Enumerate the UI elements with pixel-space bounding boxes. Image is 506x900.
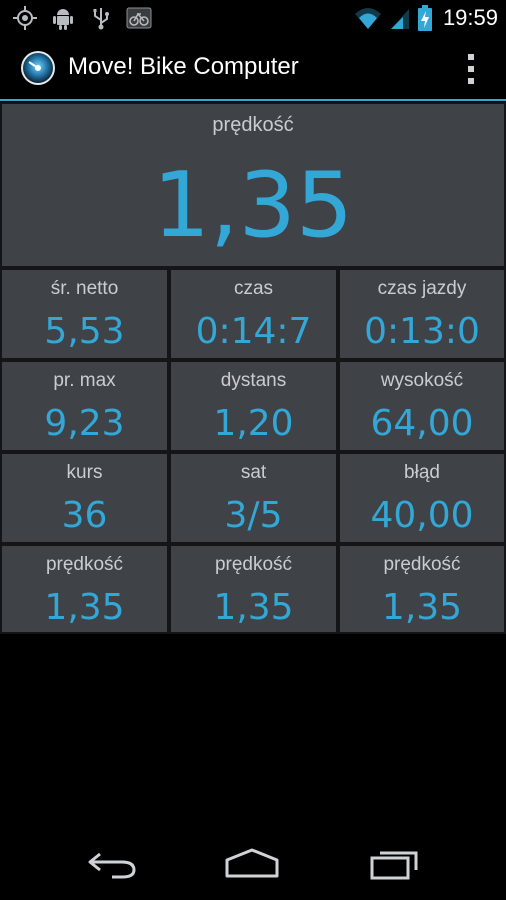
app-title: Move! Bike Computer (68, 53, 299, 80)
system-icons: 19:59 (353, 3, 498, 33)
status-bar: 19:59 (0, 0, 506, 36)
clock: 19:59 (442, 5, 498, 30)
overflow-dot (468, 78, 474, 84)
tile-value: 40,00 (370, 495, 474, 536)
signal-icon (390, 9, 409, 29)
tile-label: pr. max (53, 370, 116, 391)
action-bar: Move! Bike Computer (0, 36, 506, 100)
main-speed-tile[interactable]: prędkość 1,35 (0, 102, 506, 268)
android-debug-icon (53, 9, 73, 30)
recent-apps-icon[interactable] (364, 846, 424, 882)
tile-speed-2[interactable]: prędkość 1,35 (169, 544, 338, 634)
tile-value: 64,00 (370, 403, 474, 444)
tile-course[interactable]: kurs 36 (0, 452, 169, 544)
tile-label: błąd (404, 462, 440, 483)
tile-label: wysokość (380, 370, 464, 391)
speedometer-logo-icon[interactable] (20, 50, 56, 86)
tile-label: dystans (220, 370, 287, 391)
tile-riding-time[interactable]: czas jazdy 0:13:0 (338, 268, 506, 360)
tile-time[interactable]: czas 0:14:7 (169, 268, 338, 360)
tile-value: 1,35 (44, 587, 125, 628)
tile-label: prędkość (214, 554, 293, 575)
tile-distance[interactable]: dystans 1,20 (169, 360, 338, 452)
tile-label: czas (233, 278, 274, 299)
tile-value: 1,35 (152, 153, 354, 258)
bike-notification-icon (126, 7, 152, 29)
tile-value: 36 (61, 495, 108, 536)
tile-value: 9,23 (44, 403, 125, 444)
overflow-dot (468, 54, 474, 60)
usb-icon (93, 8, 109, 30)
gps-icon (13, 6, 37, 30)
tile-value: 0:13:0 (364, 311, 480, 352)
tile-altitude[interactable]: wysokość 64,00 (338, 360, 506, 452)
tile-label: prędkość (383, 554, 461, 575)
overflow-menu-icon[interactable] (466, 54, 476, 84)
home-icon[interactable] (222, 846, 282, 882)
tile-label: kurs (66, 462, 103, 483)
tile-value: 0:14:7 (195, 311, 312, 352)
tile-value: 3/5 (224, 495, 283, 536)
action-bar-divider (0, 99, 506, 101)
overflow-dot (468, 66, 474, 72)
tile-value: 1,20 (213, 403, 294, 444)
tile-label: sat (240, 462, 267, 483)
tile-avg-net[interactable]: śr. netto 5,53 (0, 268, 169, 360)
battery-charging-icon (417, 5, 432, 31)
tile-satellites[interactable]: sat 3/5 (169, 452, 338, 544)
tile-label: czas jazdy (377, 278, 467, 299)
tile-label: prędkość (212, 114, 294, 136)
tile-error[interactable]: błąd 40,00 (338, 452, 506, 544)
notification-icons (12, 5, 152, 31)
back-icon[interactable] (82, 846, 142, 882)
navigation-bar (0, 828, 506, 900)
tile-speed-3[interactable]: prędkość 1,35 (338, 544, 506, 634)
tile-value: 1,35 (381, 587, 463, 628)
tile-speed-1[interactable]: prędkość 1,35 (0, 544, 169, 634)
tile-label: śr. netto (50, 278, 119, 299)
tile-max-speed[interactable]: pr. max 9,23 (0, 360, 169, 452)
tile-value: 1,35 (213, 587, 294, 628)
tile-label: prędkość (45, 554, 124, 575)
tile-value: 5,53 (44, 311, 125, 352)
wifi-icon (354, 8, 381, 29)
